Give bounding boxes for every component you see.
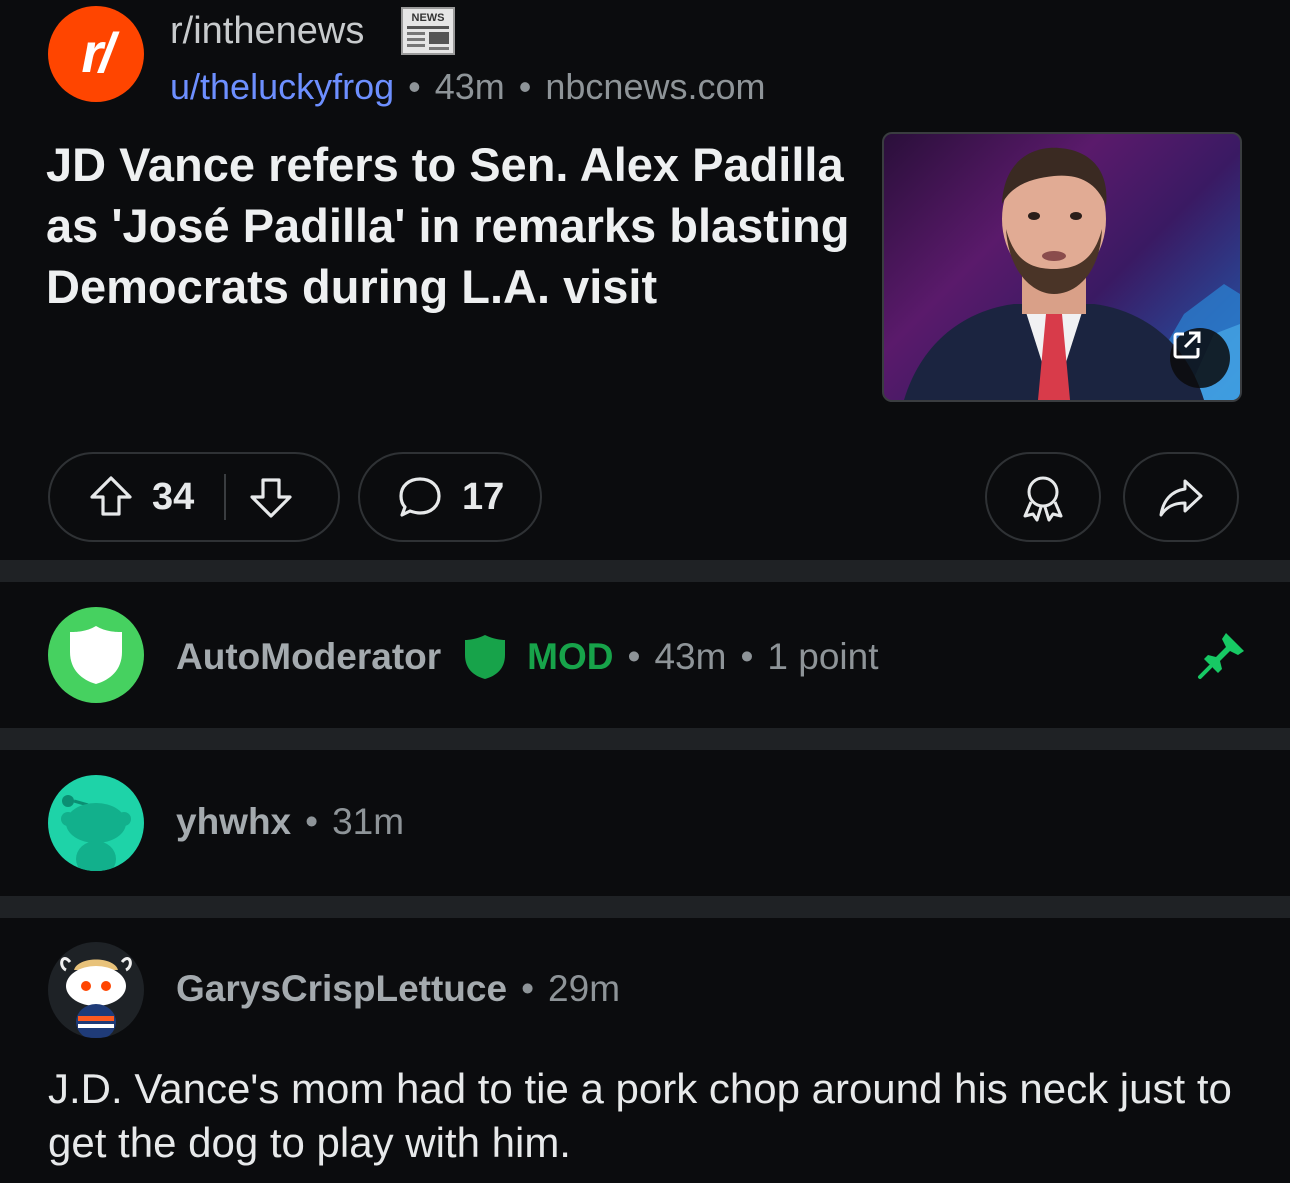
post-thumbnail[interactable] — [882, 132, 1242, 402]
separator-dot: • — [305, 801, 319, 842]
vote-count: 34 — [152, 475, 195, 518]
section-divider — [0, 560, 1290, 582]
mod-badge: MOD — [527, 636, 614, 677]
post-author[interactable]: u/theluckyfrog — [170, 66, 394, 107]
post-title[interactable]: JD Vance refers to Sen. Alex Padilla as … — [46, 134, 866, 317]
comment-author[interactable]: yhwhx — [176, 801, 291, 843]
downvote-icon[interactable] — [248, 474, 294, 520]
section-divider — [0, 728, 1290, 750]
comment-bubble-icon — [396, 473, 444, 521]
comment-age: 29m — [548, 968, 621, 1009]
comment-meta: yhwhx • 31m — [176, 801, 404, 843]
share-icon — [1157, 473, 1205, 521]
comment-automoderator[interactable]: AutoModerator MOD • 43m • 1 point — [48, 607, 1248, 707]
separator-dot: • — [740, 636, 754, 677]
post-age: 43m — [434, 66, 505, 107]
newspaper-icon: NEWS — [400, 6, 456, 55]
comments-button[interactable]: 17 — [358, 452, 542, 542]
subreddit-name[interactable]: r/inthenews — [170, 10, 364, 53]
section-divider — [0, 896, 1290, 918]
subreddit-icon-text: r/ — [81, 20, 114, 84]
vote-control: 34 — [48, 452, 340, 542]
comment-age: 43m — [654, 636, 727, 677]
mod-shield-icon — [463, 633, 507, 681]
comment-yhwhx[interactable]: yhwhx • 31m — [48, 775, 1248, 875]
snoo-avatar[interactable] — [48, 942, 144, 1038]
post-domain[interactable]: nbcnews.com — [545, 66, 765, 107]
vote-divider — [224, 474, 227, 520]
separator-dot: • — [518, 66, 532, 107]
separator-dot: • — [521, 968, 535, 1009]
snoo-avatar[interactable] — [48, 775, 144, 871]
award-button[interactable] — [985, 452, 1101, 542]
comment-author[interactable]: AutoModerator — [176, 636, 441, 678]
reddit-post-page: r/ r/inthenews NEWS u/theluckyfrog • 43m • n… — [0, 0, 1290, 1183]
separator-dot: • — [627, 636, 641, 677]
external-link-icon[interactable] — [1170, 328, 1230, 388]
comment-count: 17 — [462, 475, 505, 518]
post-meta: u/theluckyfrog • 43m • nbcnews.com — [170, 66, 765, 108]
shield-avatar[interactable] — [48, 607, 144, 703]
flair-text: NEWS — [412, 12, 445, 24]
comment-text: J.D. Vance's mom had to tie a pork chop … — [48, 1065, 1232, 1166]
comment-points: 1 point — [767, 636, 879, 677]
comment-garyscrisplettuce[interactable]: GarysCrispLettuce • 29m — [48, 942, 1248, 1042]
comment-meta: GarysCrispLettuce • 29m — [176, 968, 620, 1010]
comment-age: 31m — [332, 801, 405, 842]
post-header: r/ r/inthenews NEWS u/theluckyfrog • 43m • n… — [48, 6, 1248, 108]
comment-author[interactable]: GarysCrispLettuce — [176, 968, 507, 1010]
subreddit-icon[interactable]: r/ — [48, 6, 144, 102]
upvote-icon[interactable] — [88, 474, 134, 520]
award-icon — [1019, 472, 1067, 522]
separator-dot: • — [408, 66, 421, 107]
pin-icon — [1196, 629, 1248, 686]
share-button[interactable] — [1123, 452, 1239, 542]
comment-meta: AutoModerator MOD • 43m • 1 point — [176, 633, 879, 681]
